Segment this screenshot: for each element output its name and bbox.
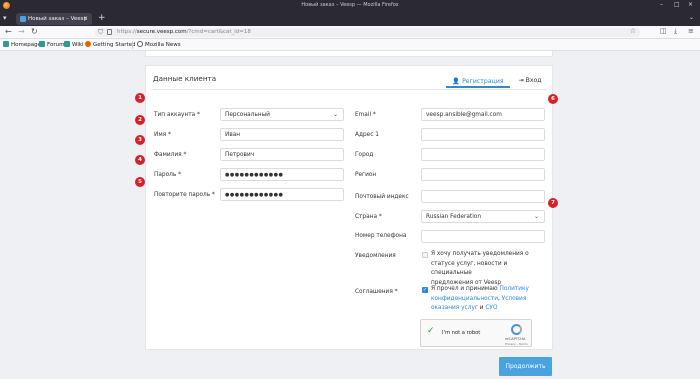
tab-new-order[interactable]: Новый заказ – Veesp × — [16, 13, 92, 25]
bookmark-icon — [39, 41, 45, 47]
phone-field[interactable] — [421, 230, 545, 243]
account-type-label: Тип аккаунта * — [154, 112, 200, 118]
section-title: Данные клиента — [153, 74, 217, 83]
last-name-label: Фамилия * — [154, 152, 187, 158]
previous-section-card — [145, 51, 553, 57]
city-field[interactable] — [421, 148, 545, 161]
account-type-select[interactable]: Персональный ⌄ — [220, 108, 344, 121]
maximize-icon[interactable]: □ — [674, 1, 680, 8]
last-name-field[interactable]: Петрович — [220, 148, 344, 161]
list-all-tabs-icon[interactable]: ▾ — [3, 14, 7, 22]
password-field[interactable]: ●●●●●●●●●●●● — [220, 168, 344, 181]
bookmark-icon — [3, 41, 9, 47]
url-text[interactable]: https://secure.veesp.com/?cmd=cart&cat_i… — [117, 29, 251, 35]
zip-label: Почтовый индекс — [355, 194, 409, 200]
tab-overflow-icon[interactable]: ⌄ — [689, 14, 694, 21]
downloads-icon[interactable]: ⤓ — [674, 27, 677, 36]
marker-5: 5 — [135, 177, 145, 187]
menu-icon[interactable]: ≡ — [688, 27, 694, 35]
notifications-text: Я хочу получать уведомления о статусе ус… — [431, 251, 529, 286]
tracking-shield-icon[interactable]: ⛉ — [98, 28, 103, 37]
window-titlebar: Новый заказ – Veesp — Mozilla Firefox – … — [0, 0, 700, 11]
veesp-favicon-icon — [20, 16, 26, 22]
globe-icon — [137, 41, 143, 47]
password-repeat-label: Повторите пароль * — [154, 192, 215, 198]
bookmark-homepage[interactable]: Homepage — [3, 41, 41, 48]
recaptcha-widget[interactable]: ✓ I'm not a robot reCAPTCHA Privacy - Te… — [420, 319, 532, 347]
marker-2: 2 — [135, 115, 145, 125]
tab-title: Новый заказ – Veesp — [28, 16, 88, 22]
zip-field[interactable] — [421, 190, 545, 203]
tab-login[interactable]: ⇥ Вход — [512, 74, 548, 88]
sla-link[interactable]: СУО — [485, 305, 497, 311]
recaptcha-logo-icon — [511, 324, 522, 335]
divider — [153, 89, 547, 90]
bookmark-icon — [64, 41, 70, 47]
close-window-icon[interactable]: × — [688, 1, 693, 8]
city-label: Город — [355, 152, 374, 158]
email-field[interactable]: veesp.ansible@gmail.com — [421, 108, 545, 121]
bookmark-separator — [132, 41, 133, 49]
address-field[interactable] — [421, 128, 545, 141]
checkmark-icon[interactable]: ✓ — [427, 326, 435, 336]
marker-4: 4 — [135, 155, 145, 165]
country-label: Страна * — [355, 214, 382, 220]
terms-link-2[interactable]: оказания услуг — [431, 305, 478, 311]
bookmark-wiki[interactable]: Wiki — [64, 41, 84, 48]
password-repeat-field[interactable]: ●●●●●●●●●●●● — [220, 188, 344, 201]
forward-button[interactable]: → — [18, 27, 25, 36]
bookmark-forum[interactable]: Forum — [39, 41, 64, 48]
email-label: Email * — [355, 112, 376, 118]
agreements-label: Соглашения * — [355, 289, 398, 295]
recaptcha-brand: reCAPTCHA — [505, 337, 526, 341]
bookmark-mozilla-news[interactable]: Mozilla News — [137, 41, 181, 48]
firefox-icon — [85, 41, 91, 47]
url-bar[interactable]: ⛉ https://secure.veesp.com/?cmd=cart&cat… — [95, 27, 640, 37]
close-tab-icon[interactable]: × — [83, 15, 88, 22]
first-name-field[interactable]: Иван — [220, 128, 344, 141]
tab-bar: ▾ Новый заказ – Veesp × + ⌄ — [0, 11, 700, 26]
privacy-policy-link-2[interactable]: конфиденциальности — [431, 296, 498, 302]
privacy-policy-link[interactable]: Политику — [499, 286, 528, 292]
region-label: Регион — [355, 172, 377, 178]
marker-6: 6 — [548, 94, 558, 104]
back-button[interactable]: ← — [5, 27, 12, 36]
window-title: Новый заказ – Veesp — Mozilla Firefox — [301, 2, 399, 8]
lock-icon[interactable] — [107, 29, 112, 35]
recaptcha-terms[interactable]: Privacy - Terms — [505, 342, 528, 346]
agreements-text: Я прочел и принимаю Политику конфиденциа… — [431, 286, 529, 311]
new-tab-button[interactable]: + — [98, 13, 106, 23]
region-field[interactable] — [421, 168, 545, 181]
country-select[interactable]: Russian Federation ⌄ — [421, 210, 545, 223]
chevron-down-icon: ⌄ — [332, 111, 338, 118]
chevron-down-icon: ⌄ — [533, 213, 539, 220]
notifications-label: Уведомления — [355, 253, 396, 259]
user-add-icon: 👤 — [452, 78, 463, 85]
marker-1: 1 — [135, 93, 145, 103]
login-icon: ⇥ — [518, 77, 526, 84]
pocket-icon[interactable]: ◫ — [660, 27, 667, 35]
bookmark-star-icon[interactable]: ☆ — [630, 27, 636, 35]
minimize-icon[interactable]: – — [660, 1, 663, 8]
address-label: Адрес 1 — [355, 132, 379, 138]
marker-3: 3 — [135, 135, 145, 145]
bookmark-getting-started[interactable]: Getting Started — [85, 41, 136, 48]
bookmarks-toolbar: Homepage Forum Wiki Getting Started Mozi… — [0, 39, 700, 51]
reload-button[interactable]: ↻ — [31, 27, 38, 36]
notifications-checkbox[interactable] — [422, 252, 428, 258]
marker-7: 7 — [548, 198, 558, 208]
terms-link[interactable]: Условия — [502, 296, 527, 302]
first-name-label: Имя * — [154, 132, 171, 138]
phone-label: Номер телефона — [355, 233, 407, 239]
agreements-checkbox[interactable]: ✓ — [422, 287, 428, 293]
client-data-card: Данные клиента 👤 Регистрация ⇥ Вход Тип … — [145, 65, 553, 350]
page-viewport: Данные клиента 👤 Регистрация ⇥ Вход Тип … — [0, 51, 700, 379]
tab-registration[interactable]: 👤 Регистрация — [446, 74, 510, 88]
continue-button[interactable]: Продолжить — [499, 357, 552, 376]
password-label: Пароль * — [154, 172, 182, 178]
navigation-bar: ← → ↻ ⛉ https://secure.veesp.com/?cmd=ca… — [0, 26, 700, 39]
captcha-label: I'm not a robot — [442, 330, 481, 336]
